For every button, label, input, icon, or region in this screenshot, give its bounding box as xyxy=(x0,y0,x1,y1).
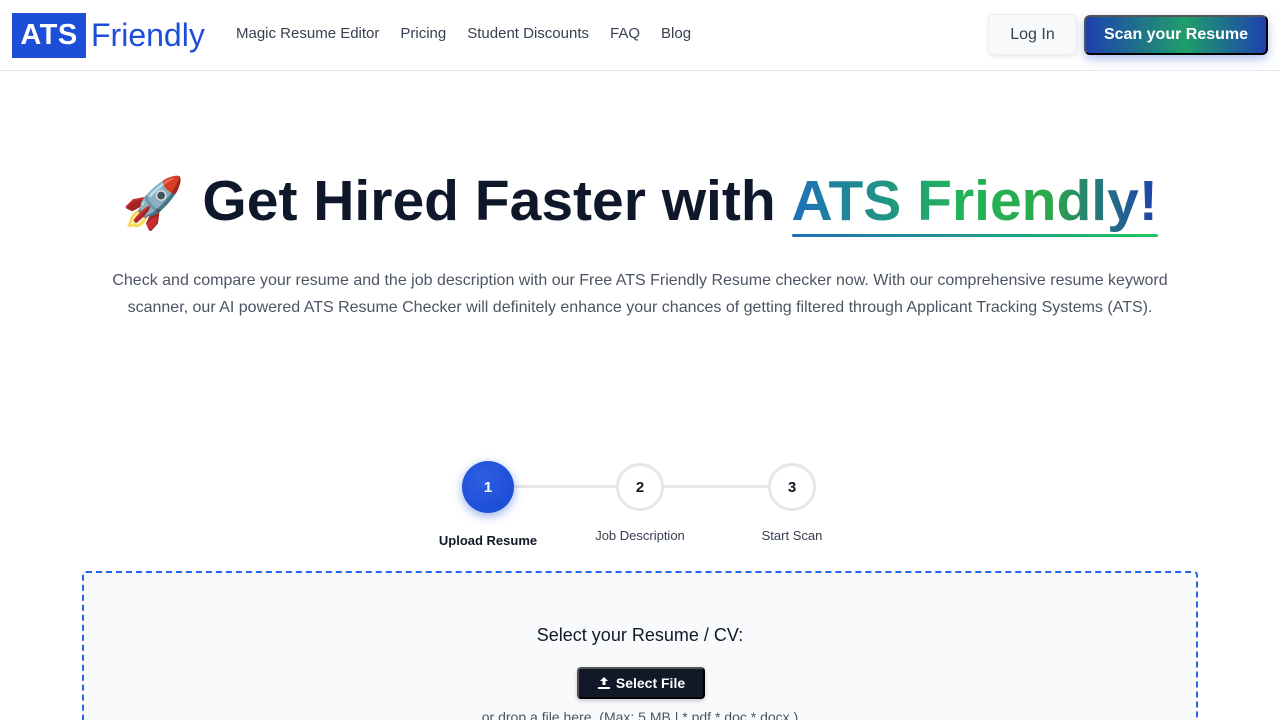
nav-magic-resume-editor[interactable]: Magic Resume Editor xyxy=(236,25,379,42)
hero-title: 🚀 Get Hired Faster with ATS Friendly! xyxy=(0,168,1280,234)
nav-pricing[interactable]: Pricing xyxy=(400,25,446,42)
step-1-label: Upload Resume xyxy=(438,533,538,548)
step-connector-2 xyxy=(662,485,770,488)
logo-word: Friendly xyxy=(91,17,205,53)
drop-hint: or drop a file here. (Max: 5 MB | *.pdf,… xyxy=(481,709,799,720)
main-nav: Magic Resume Editor Pricing Student Disc… xyxy=(236,25,712,42)
step-2-label: Job Description xyxy=(595,528,685,543)
hero-description: Check and compare your resume and the jo… xyxy=(112,272,1168,316)
select-file-label: Select File xyxy=(615,675,686,691)
nav-blog[interactable]: Blog xyxy=(661,25,691,42)
logo-box: ATS xyxy=(12,13,86,58)
upload-icon xyxy=(597,677,610,689)
login-button[interactable]: Log In xyxy=(988,14,1077,55)
step-2-circle[interactable]: 2 xyxy=(616,463,664,511)
site-header: ATS Friendly Magic Resume Editor Pricing… xyxy=(0,0,1280,71)
hero-title-main: Get Hired Faster with xyxy=(202,169,792,233)
site-logo[interactable]: ATS Friendly xyxy=(12,13,205,58)
step-3-circle[interactable]: 3 xyxy=(768,463,816,511)
nav-faq[interactable]: FAQ xyxy=(610,25,640,42)
step-3-label: Start Scan xyxy=(761,528,823,543)
scan-resume-button[interactable]: Scan your Resume xyxy=(1084,15,1268,55)
file-drop-zone[interactable]: Select your Resume / CV: Select File or … xyxy=(82,571,1198,720)
upload-title: Select your Resume / CV: xyxy=(536,625,744,645)
accent-underline xyxy=(792,234,1158,237)
rocket-icon: 🚀 xyxy=(122,175,185,231)
step-1-circle[interactable]: 1 xyxy=(462,461,514,513)
hero-title-accent: ATS Friendly! xyxy=(791,169,1158,233)
select-file-button[interactable]: Select File xyxy=(577,667,705,699)
nav-student-discounts[interactable]: Student Discounts xyxy=(467,25,589,42)
step-connector-1 xyxy=(514,485,618,488)
